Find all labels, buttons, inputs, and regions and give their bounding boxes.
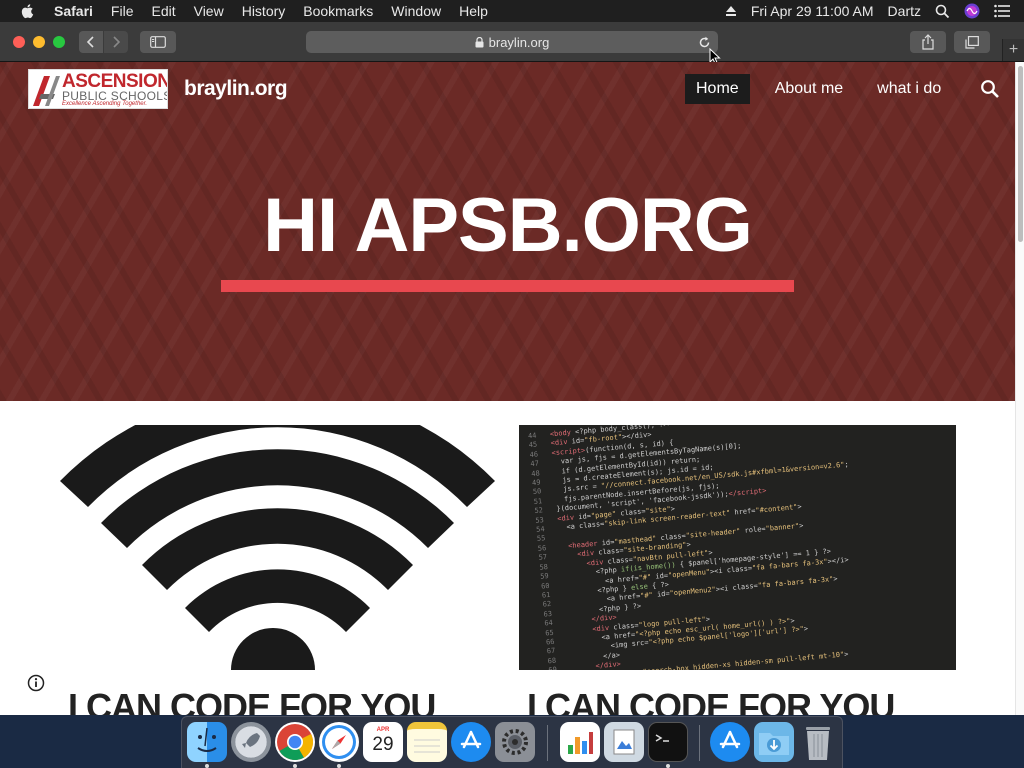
dock-launchpad[interactable] [231,722,271,762]
dock-finder[interactable] [187,722,227,762]
running-indicator [293,764,297,768]
chevron-right-icon [113,36,121,48]
post-thumbnail-wifi[interactable] [59,425,496,670]
menu-window[interactable]: Window [391,0,441,22]
lock-icon [475,36,484,48]
app-store-icon [719,730,741,749]
menubar-clock[interactable]: Fri Apr 29 11:00 AM [751,3,874,19]
dock-notes[interactable] [407,722,447,762]
share-button[interactable] [910,31,946,53]
safari-window: braylin.org + ASCENSION PUBLIC SCHOOLS E… [0,22,1024,715]
menu-bookmarks[interactable]: Bookmarks [303,0,373,22]
gear-icon [502,729,528,755]
hero-title: HI APSB.ORG [263,183,753,268]
calendar-month: APR [376,727,390,733]
sidebar-toggle-button[interactable] [140,31,176,53]
dock-trash[interactable] [798,722,838,762]
dock-calendar[interactable]: APR 29 [363,722,403,762]
show-tabs-button[interactable] [954,31,990,53]
tabs-overview-icon [965,35,979,49]
nav-what-i-do[interactable]: what i do [866,74,952,104]
address-bar[interactable]: braylin.org [306,31,718,53]
close-window-button[interactable] [13,36,25,48]
dock-chrome[interactable] [275,722,315,762]
rocket-icon [242,733,260,748]
fullscreen-window-button[interactable] [53,36,65,48]
numbers-icon [568,732,593,754]
finder-icon [197,727,217,752]
chrome-icon [277,724,313,761]
info-icon[interactable] [27,674,45,692]
scrollbar-thumb[interactable] [1018,66,1023,242]
menu-bar: Safari File Edit View History Bookmarks … [0,0,1024,22]
post-title[interactable]: I CAN CODE FOR YOU [68,686,436,715]
search-icon[interactable] [980,79,1000,99]
notes-icon [414,739,440,752]
dock-numbers[interactable] [560,722,600,762]
post-thumbnail-code[interactable]: 44<body <?php body_class(); ?>> 45<div i… [519,425,956,670]
menu-app-safari[interactable]: Safari [54,0,93,22]
siri-icon[interactable] [964,3,980,19]
nav-home[interactable]: Home [685,74,750,104]
running-indicator [205,764,209,768]
apple-icon[interactable] [20,3,36,19]
menu-view[interactable]: View [194,0,224,22]
page-viewport: ASCENSION PUBLIC SCHOOLS Excellence Asce… [0,62,1015,715]
running-indicator [337,764,341,768]
menu-file[interactable]: File [111,0,134,22]
menu-help[interactable]: Help [459,0,488,22]
menubar-user[interactable]: Dartz [888,3,921,19]
new-tab-button[interactable]: + [1002,39,1024,61]
plus-icon: + [1008,41,1019,58]
vertical-scrollbar[interactable] [1015,62,1024,715]
trash-icon [806,727,830,760]
site-logo[interactable]: ASCENSION PUBLIC SCHOOLS Excellence Asce… [28,69,168,109]
dock-system-preferences[interactable] [495,722,535,762]
calendar-day: 29 [372,734,394,755]
share-icon [922,34,934,50]
notification-center-icon[interactable] [994,4,1010,18]
dock-separator [547,725,548,761]
ascension-logo-icon [33,76,60,106]
main-nav: Home About me what i do [685,74,954,104]
dock-safari[interactable] [319,722,359,762]
sidebar-icon [150,36,166,48]
hero-header: ASCENSION PUBLIC SCHOOLS Excellence Asce… [0,62,1015,401]
eject-icon[interactable] [725,5,737,17]
downloads-folder-icon [759,733,789,755]
menu-history[interactable]: History [242,0,286,22]
browser-toolbar: braylin.org + [0,22,1024,62]
address-url: braylin.org [488,34,550,50]
compass-icon [322,725,356,759]
running-indicator [666,764,670,768]
spotlight-search-icon[interactable] [935,4,950,19]
nav-about-me[interactable]: About me [764,74,854,104]
dock-terminal[interactable] [648,722,688,762]
code-screenshot: 44<body <?php body_class(); ?>> 45<div i… [527,425,850,670]
dock-app-store-folder[interactable] [710,722,750,762]
forward-button[interactable] [104,31,128,53]
dock: APR 29 [181,716,843,768]
wifi-icon [60,425,495,670]
site-title[interactable]: braylin.org [184,77,288,101]
hero-divider [221,280,794,292]
terminal-icon [655,734,669,742]
dock-separator [699,725,700,761]
logo-tagline: Excellence Ascending Together. [62,101,148,107]
back-button[interactable] [79,31,103,53]
chevron-left-icon [86,36,94,48]
minimize-window-button[interactable] [33,36,45,48]
dock-downloads[interactable] [754,722,794,762]
menu-edit[interactable]: Edit [151,0,175,22]
post-title[interactable]: I CAN CODE FOR YOU [527,686,895,715]
app-store-icon [460,730,482,749]
dock-preview[interactable] [604,722,644,762]
preview-icon [613,729,635,755]
dock-app-store[interactable] [451,722,491,762]
